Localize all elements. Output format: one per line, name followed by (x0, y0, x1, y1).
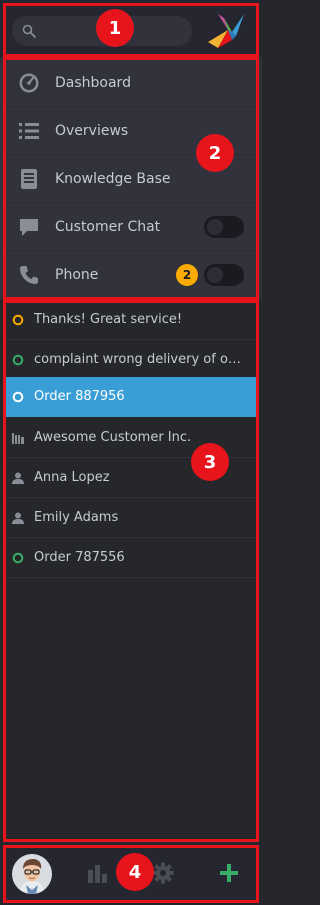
speedometer-icon (19, 73, 39, 92)
annotation-badge-4: 4 (116, 853, 154, 891)
stats-icon[interactable] (87, 862, 109, 884)
list-icon (19, 122, 39, 139)
chat-icon (20, 218, 38, 236)
task-label: Thanks! Great service! (34, 312, 183, 327)
task-item[interactable]: Emily Adams (6, 498, 256, 538)
customer-chat-toggle[interactable] (204, 215, 244, 238)
annotation-badge-2: 2 (196, 134, 234, 172)
nav-label: Overviews (55, 122, 129, 139)
book-icon (21, 168, 37, 189)
nav-item-customer-chat[interactable]: Customer Chat (6, 203, 256, 251)
nav-label: Knowledge Base (55, 170, 171, 187)
task-label: Order 787556 (34, 550, 125, 565)
organization-icon (12, 432, 24, 444)
task-item[interactable]: complaint wrong delivery of ord… (6, 340, 256, 380)
zammad-logo-icon[interactable] (206, 10, 246, 50)
nav-label: Customer Chat (55, 218, 161, 235)
task-item[interactable]: Order 787556 (6, 538, 256, 578)
user-icon (12, 512, 24, 524)
ring-open-icon (12, 552, 24, 563)
task-item[interactable]: Thanks! Great service! (6, 300, 256, 340)
ring-open-icon (12, 314, 24, 325)
annotation-badge-1: 1 (96, 9, 134, 47)
task-label: Order 887956 (34, 389, 125, 404)
nav-label: Phone (55, 267, 99, 283)
annotation-badge-3: 3 (191, 443, 229, 481)
phone-toggle[interactable] (204, 264, 244, 286)
phone-icon (20, 266, 38, 284)
nav-label: Dashboard (55, 74, 131, 91)
ring-open-icon (12, 354, 24, 365)
phone-count-badge: 2 (176, 264, 198, 286)
plus-icon[interactable] (218, 862, 240, 884)
main-navigation: Dashboard Overviews Knowledge Base Custo… (0, 57, 262, 300)
user-avatar[interactable] (12, 854, 52, 894)
task-item-active[interactable]: Order 887956 (6, 377, 256, 417)
open-tasks-list: Thanks! Great service! complaint wrong d… (0, 300, 262, 842)
user-icon (12, 472, 24, 484)
task-label: complaint wrong delivery of ord… (34, 352, 246, 367)
ring-open-icon (12, 391, 24, 402)
nav-item-phone[interactable]: Phone 2 (6, 251, 256, 299)
search-icon (22, 24, 36, 38)
gear-icon[interactable] (152, 862, 174, 884)
task-label: Emily Adams (34, 510, 119, 525)
nav-item-dashboard[interactable]: Dashboard (6, 59, 256, 107)
